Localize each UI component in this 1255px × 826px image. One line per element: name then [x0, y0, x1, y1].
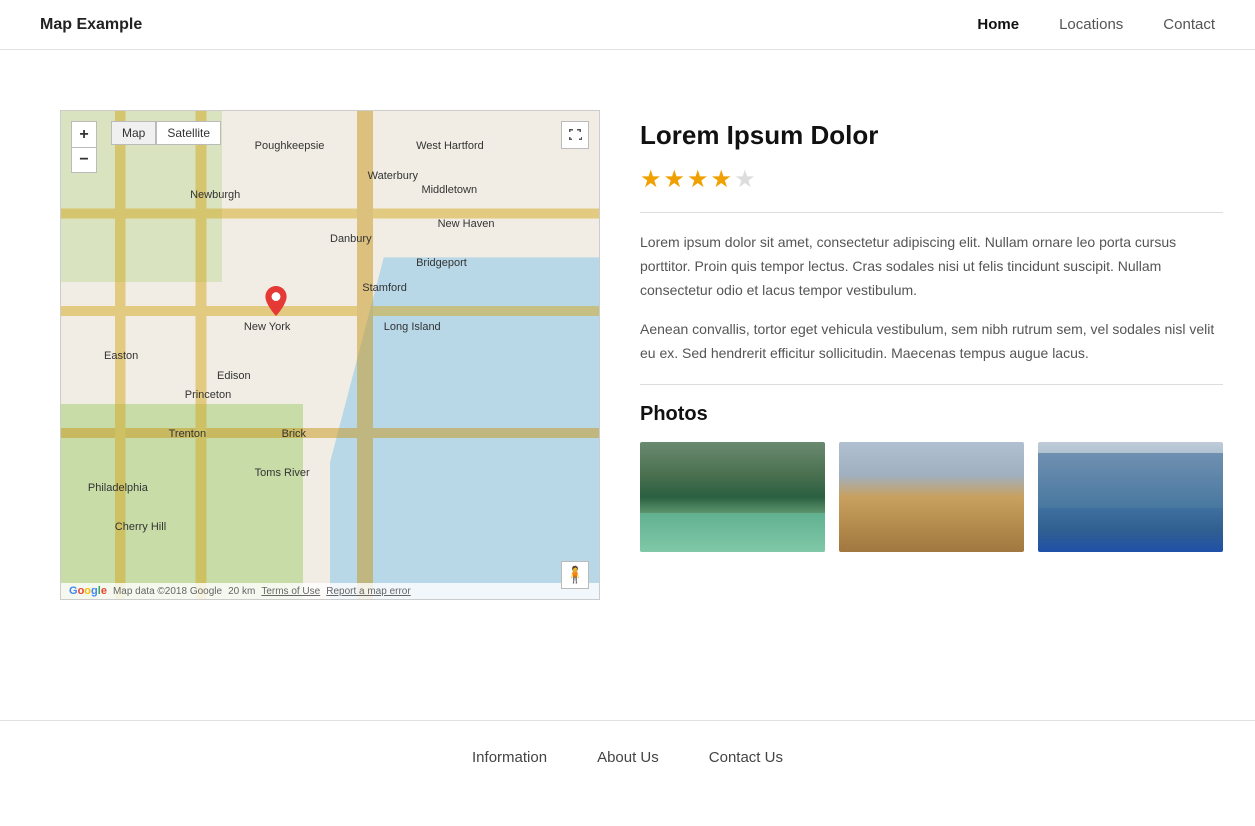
nav-link-locations[interactable]: Locations [1059, 16, 1123, 33]
description-2: Aenean convallis, tortor eget vehicula v… [640, 318, 1223, 366]
footer-link-aboutus[interactable]: About Us [597, 749, 659, 766]
map-container: Poughkeepsie West Hartford Newburgh Wate… [60, 110, 600, 600]
report-link[interactable]: Report a map error [326, 586, 410, 597]
map-placeholder: Poughkeepsie West Hartford Newburgh Wate… [61, 111, 599, 599]
footer: Information About Us Contact Us [0, 720, 1255, 795]
divider-2 [640, 384, 1223, 385]
nav-item-home[interactable]: Home [977, 16, 1019, 34]
star-2: ★ [664, 165, 686, 194]
terms-link[interactable]: Terms of Use [261, 586, 320, 597]
navbar: Map Example Home Locations Contact [0, 0, 1255, 50]
map-pegman-button[interactable]: 🧍 [561, 561, 589, 589]
map-scale: 20 km [228, 586, 255, 597]
main-content: Poughkeepsie West Hartford Newburgh Wate… [0, 50, 1255, 660]
photo-1[interactable] [640, 442, 825, 552]
nav-link-contact[interactable]: Contact [1163, 16, 1215, 33]
star-3: ★ [687, 165, 709, 194]
footer-item-aboutus[interactable]: About Us [597, 749, 659, 767]
map-zoom-controls: + − [71, 121, 97, 173]
description-1: Lorem ipsum dolor sit amet, consectetur … [640, 231, 1223, 302]
footer-item-contactus[interactable]: Contact Us [709, 749, 783, 767]
star-1: ★ [640, 165, 662, 194]
photos-grid [640, 442, 1223, 552]
footer-links: Information About Us Contact Us [0, 749, 1255, 767]
map-data-text: Map data ©2018 Google [113, 586, 222, 597]
map-type-map-button[interactable]: Map [111, 121, 156, 145]
expand-icon [568, 128, 582, 142]
marker-pin-icon [265, 286, 287, 316]
map-roads [61, 111, 599, 599]
map-type-controls: Map Satellite [111, 121, 221, 145]
star-rating: ★ ★ ★ ★ ★ [640, 165, 1223, 194]
google-logo: Google [69, 585, 107, 597]
map-footer: Google Map data ©2018 Google 20 km Terms… [61, 583, 599, 599]
zoom-out-button[interactable]: − [71, 147, 97, 173]
zoom-in-button[interactable]: + [71, 121, 97, 147]
nav-item-contact[interactable]: Contact [1163, 16, 1215, 34]
nav-links: Home Locations Contact [977, 16, 1215, 34]
nav-item-locations[interactable]: Locations [1059, 16, 1123, 34]
nav-link-home[interactable]: Home [977, 16, 1019, 33]
footer-link-information[interactable]: Information [472, 749, 547, 766]
info-panel: Lorem Ipsum Dolor ★ ★ ★ ★ ★ Lorem ipsum … [640, 110, 1223, 600]
divider-1 [640, 212, 1223, 213]
star-4: ★ [711, 165, 733, 194]
info-title: Lorem Ipsum Dolor [640, 120, 1223, 151]
photo-2[interactable] [839, 442, 1024, 552]
map-expand-button[interactable] [561, 121, 589, 149]
footer-link-contactus[interactable]: Contact Us [709, 749, 783, 766]
footer-item-information[interactable]: Information [472, 749, 547, 767]
photos-title: Photos [640, 403, 1223, 426]
map-type-satellite-button[interactable]: Satellite [156, 121, 221, 145]
photo-3[interactable] [1038, 442, 1223, 552]
star-5: ★ [734, 165, 756, 194]
pegman-icon: 🧍 [565, 565, 585, 585]
map-marker [265, 286, 287, 321]
brand-logo: Map Example [40, 16, 977, 34]
